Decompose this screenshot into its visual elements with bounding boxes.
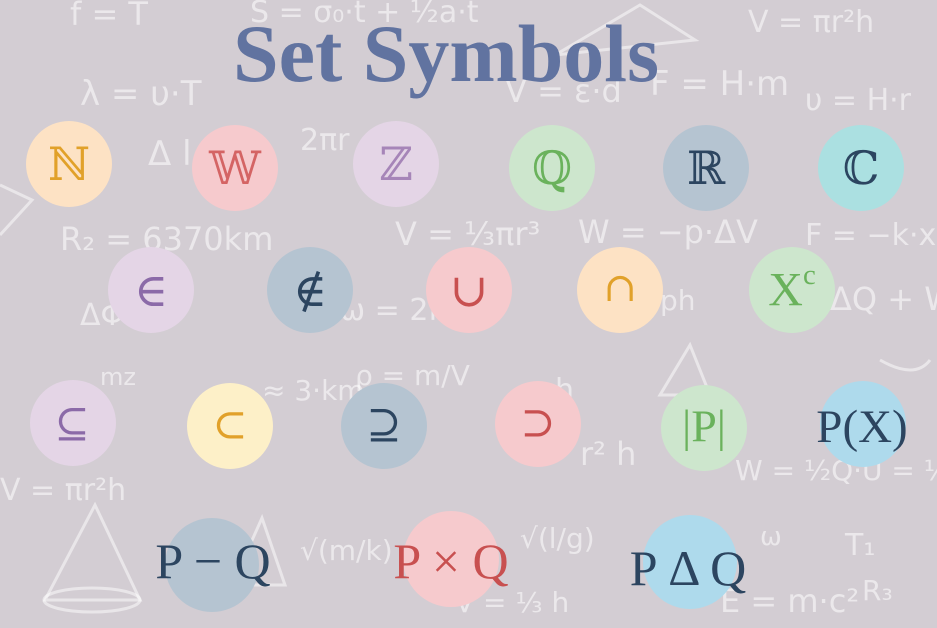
rationals-symbol: ℚ [531, 141, 573, 195]
subset-eq-symbol: ⊆ [54, 398, 90, 448]
formula-14: ΔQ + W [830, 280, 937, 318]
complement-symbol: Xc [768, 261, 815, 318]
cardinality-symbol: |P| [681, 400, 727, 452]
formula-30: V = πr²h [0, 473, 126, 508]
formula-28: 2πr [300, 123, 350, 158]
superset-symbol: ⊃ [520, 397, 556, 447]
intersection-symbol: ∩ [603, 265, 637, 311]
sketch-wedge-left [0, 183, 35, 237]
wholes-symbol: 𝕎 [209, 141, 261, 195]
complex-symbol: ℂ [842, 141, 880, 195]
difference-symbol: P − Q [155, 533, 271, 589]
formula-18: mz [100, 363, 136, 391]
power-set-symbol: P(X) [816, 401, 908, 453]
page-title: Set Symbols [232, 8, 659, 99]
subset-symbol: ⊂ [212, 399, 248, 449]
formula-27: Δ l [148, 134, 192, 174]
formula-22: √(m/k) [300, 534, 393, 567]
formula-11: F = −k·x [805, 218, 936, 253]
complement-superscript: c [802, 258, 816, 291]
complement-base: X [768, 263, 803, 317]
formula-20: W = ½Q·U = ½C [735, 454, 937, 487]
element-of-symbol: ∈ [133, 263, 169, 317]
reals-symbol: ℝ [686, 141, 726, 195]
superset-eq-symbol: ⊇ [366, 399, 402, 449]
formula-24: T₁ [844, 528, 875, 563]
formula-23: √(l/g) [520, 522, 595, 555]
formula-16: ph [660, 284, 696, 317]
integers-symbol: ℤ [379, 137, 413, 191]
formula-10: W = −p·ΔV [578, 213, 758, 251]
naturals-symbol: ℕ [47, 137, 91, 191]
union-symbol: ∪ [449, 263, 489, 317]
sketch-cone [42, 501, 143, 602]
symmetric-difference-symbol: P Δ Q [629, 540, 747, 596]
formula-26: R₃ [862, 574, 893, 607]
formula-13: ω [760, 522, 782, 552]
cartesian-product-symbol: P × Q [393, 533, 509, 589]
formula-21: r² h [580, 435, 636, 473]
not-element-of-symbol: ∉ [292, 263, 328, 317]
sketch-curve-right [879, 358, 932, 372]
